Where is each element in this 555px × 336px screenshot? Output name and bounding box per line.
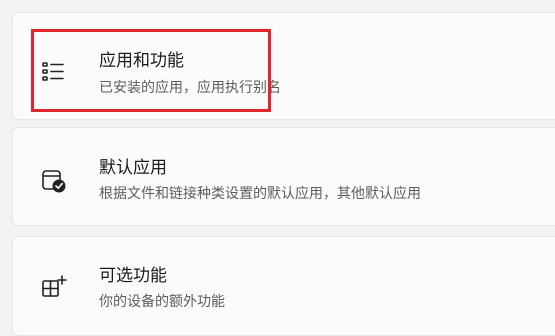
settings-item-apps-features[interactable]: 应用和功能 已安装的应用，应用执行别名 xyxy=(12,12,555,120)
settings-item-default-apps[interactable]: 默认应用 根据文件和链接种类设置的默认应用，其他默认应用 xyxy=(12,127,555,226)
settings-item-subtitle: 根据文件和链接种类设置的默认应用，其他默认应用 xyxy=(99,186,421,202)
settings-item-title: 默认应用 xyxy=(99,158,167,178)
optional-features-icon xyxy=(41,274,67,300)
settings-item-optional-features[interactable]: 可选功能 你的设备的额外功能 xyxy=(12,236,555,336)
settings-item-title: 可选功能 xyxy=(99,266,167,286)
apps-list-icon xyxy=(41,59,67,85)
default-apps-icon xyxy=(41,168,67,194)
settings-item-title: 应用和功能 xyxy=(99,51,184,71)
settings-item-subtitle: 你的设备的额外功能 xyxy=(99,294,225,310)
settings-item-subtitle: 已安装的应用，应用执行别名 xyxy=(99,80,281,96)
